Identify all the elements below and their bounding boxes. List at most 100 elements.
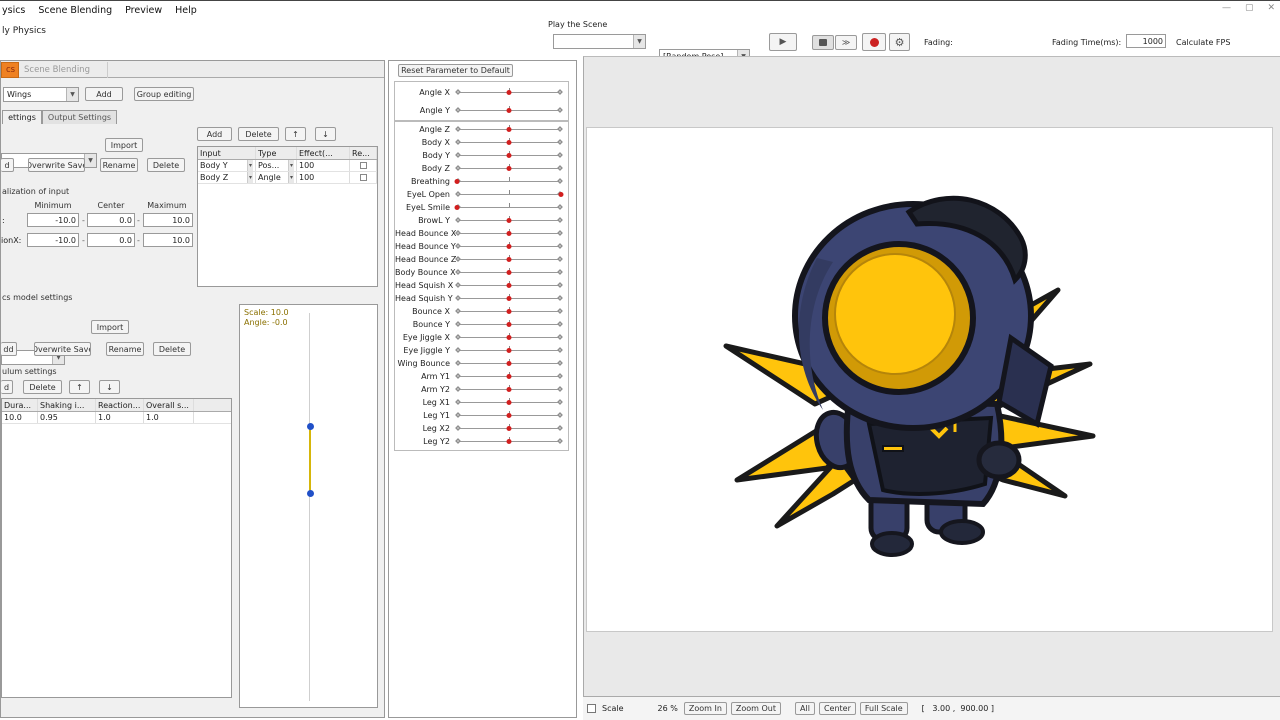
center-input[interactable]: 0.0: [87, 233, 135, 247]
slider-handle[interactable]: [506, 426, 512, 431]
parameter-slider[interactable]: [455, 359, 563, 368]
delete-button[interactable]: Delete: [147, 158, 185, 172]
rename-button[interactable]: Rename: [100, 158, 138, 172]
parameter-slider[interactable]: [455, 255, 563, 264]
load-button-fragment[interactable]: d: [1, 158, 14, 172]
slider-handle[interactable]: [506, 140, 512, 145]
delete-input-button[interactable]: Delete: [238, 127, 279, 141]
scene-select[interactable]: ▼: [553, 34, 646, 49]
all-button[interactable]: All: [795, 702, 815, 715]
slider-handle[interactable]: [506, 107, 512, 113]
slider-handle[interactable]: [506, 387, 512, 392]
pendulum-preview[interactable]: Scale: 10.0 Angle: -0.0: [239, 304, 378, 708]
effect-cell[interactable]: 100: [297, 172, 350, 183]
delete-model-button[interactable]: Delete: [153, 342, 191, 356]
pendulum-cell[interactable]: 1.0: [96, 412, 144, 423]
zoom-in-button[interactable]: Zoom In: [683, 702, 727, 715]
minimum-input[interactable]: -10.0: [27, 213, 79, 227]
parameter-slider[interactable]: [455, 424, 563, 433]
parameter-slider[interactable]: [455, 242, 563, 251]
scale-checkbox[interactable]: [587, 704, 596, 713]
add-pendulum-fragment[interactable]: d: [1, 380, 13, 394]
tab-scene-blending[interactable]: Scene Blending: [20, 62, 108, 78]
parameter-slider[interactable]: [455, 346, 563, 355]
slider-handle[interactable]: [506, 348, 512, 353]
reverse-checkbox[interactable]: [359, 162, 367, 169]
slider-handle[interactable]: [506, 374, 512, 379]
fading-time-input[interactable]: 1000: [1126, 34, 1166, 48]
parameter-slider[interactable]: [455, 125, 563, 134]
overwrite-save-model-button[interactable]: Overwrite Save: [34, 342, 91, 356]
input-table-row[interactable]: Body Y ▾ Pos... ▾ 100: [198, 160, 377, 172]
maximum-input[interactable]: 10.0: [143, 213, 193, 227]
slider-handle[interactable]: [506, 361, 512, 366]
slider-handle[interactable]: [506, 153, 512, 158]
add-input-button[interactable]: Add: [197, 127, 232, 141]
center-input[interactable]: 0.0: [87, 213, 135, 227]
parameter-slider[interactable]: [455, 437, 563, 446]
slider-handle[interactable]: [506, 439, 512, 444]
pendulum-cell[interactable]: 0.95: [38, 412, 96, 423]
parameter-slider[interactable]: [455, 398, 563, 407]
slider-handle[interactable]: [506, 270, 512, 275]
parameter-slider[interactable]: [455, 190, 564, 199]
parameter-slider[interactable]: [455, 333, 563, 342]
input-cell[interactable]: Body Z ▾: [198, 172, 256, 183]
input-table-row[interactable]: Body Z ▾ Angle ▾ 100: [198, 172, 377, 184]
play-button[interactable]: ▶: [769, 33, 797, 51]
center-button[interactable]: Center: [818, 702, 856, 715]
tab-physics[interactable]: cs: [1, 62, 19, 78]
effect-cell[interactable]: 100: [297, 160, 350, 171]
parameter-slider[interactable]: [455, 164, 563, 173]
group-select[interactable]: Wings ▼: [3, 87, 79, 102]
slider-handle[interactable]: [506, 218, 512, 223]
parameter-slider[interactable]: [455, 216, 563, 225]
slider-handle[interactable]: [506, 400, 512, 405]
add-button-fragment[interactable]: dd: [1, 342, 17, 356]
zoom-out-button[interactable]: Zoom Out: [730, 702, 782, 715]
parameter-slider[interactable]: [455, 294, 563, 303]
type-cell[interactable]: Pos... ▾: [256, 160, 297, 171]
pendulum-node[interactable]: [307, 490, 314, 497]
slider-handle[interactable]: [506, 127, 512, 132]
reverse-checkbox[interactable]: [359, 174, 367, 181]
move-down-button[interactable]: ↓: [315, 127, 336, 141]
slider-handle[interactable]: [506, 335, 512, 340]
pendulum-table-row[interactable]: 10.0 0.95 1.0 1.0: [2, 412, 231, 424]
slider-handle[interactable]: [506, 283, 512, 288]
slider-handle[interactable]: [506, 257, 512, 262]
slider-handle[interactable]: [454, 179, 460, 184]
slider-handle[interactable]: [506, 296, 512, 301]
import-model-button[interactable]: Import: [91, 320, 129, 334]
slider-handle[interactable]: [506, 231, 512, 236]
parameter-slider[interactable]: [455, 151, 563, 160]
slider-handle[interactable]: [506, 244, 512, 249]
tab-input-settings[interactable]: ettings: [2, 110, 42, 124]
parameter-slider[interactable]: [455, 105, 563, 115]
pendulum-cell[interactable]: 1.0: [144, 412, 194, 423]
slider-handle[interactable]: [558, 192, 564, 197]
pendulum-cell[interactable]: 10.0: [2, 412, 38, 423]
settings-button[interactable]: ⚙: [889, 33, 910, 51]
parameter-slider[interactable]: [455, 385, 563, 394]
move-up-button[interactable]: ↑: [285, 127, 306, 141]
slider-handle[interactable]: [506, 322, 512, 327]
group-editing-button[interactable]: Group editing: [134, 87, 194, 101]
canvas-area[interactable]: [583, 56, 1280, 696]
type-cell[interactable]: Angle ▾: [256, 172, 297, 183]
maximum-input[interactable]: 10.0: [143, 233, 193, 247]
rename-model-button[interactable]: Rename: [106, 342, 144, 356]
parameter-slider[interactable]: [454, 177, 563, 186]
reset-parameters-button[interactable]: Reset Parameter to Default: [398, 64, 513, 77]
add-group-button[interactable]: Add: [85, 87, 123, 101]
parameter-slider[interactable]: [455, 229, 563, 238]
record-button[interactable]: [862, 33, 886, 51]
slider-handle[interactable]: [454, 205, 460, 210]
slider-handle[interactable]: [506, 413, 512, 418]
input-cell[interactable]: Body Y ▾: [198, 160, 256, 171]
minimum-input[interactable]: -10.0: [27, 233, 79, 247]
delete-pendulum-button[interactable]: Delete: [23, 380, 62, 394]
parameter-slider[interactable]: [454, 203, 563, 212]
full-scale-button[interactable]: Full Scale: [859, 702, 908, 715]
stop-button[interactable]: [812, 35, 834, 50]
